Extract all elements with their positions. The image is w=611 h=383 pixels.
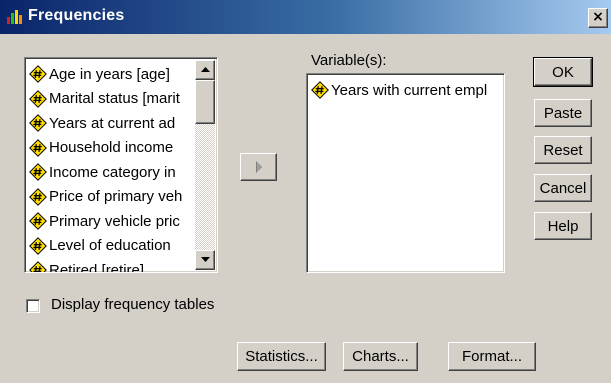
scroll-up-arrow-icon bbox=[200, 67, 210, 72]
scroll-up-button[interactable] bbox=[195, 60, 215, 80]
scale-variable-icon bbox=[29, 138, 47, 157]
scale-variable-icon bbox=[29, 89, 47, 108]
variable-label: Years at current ad bbox=[49, 114, 176, 132]
variable-label: Age in years [age] bbox=[49, 65, 170, 83]
scale-variable-icon bbox=[29, 65, 47, 83]
window-title: Frequencies bbox=[28, 7, 125, 24]
help-button[interactable]: Help bbox=[534, 212, 592, 240]
variable-label: Household income bbox=[49, 139, 174, 156]
format-button[interactable]: Format... bbox=[448, 342, 536, 371]
list-item[interactable]: Price of primary veh bbox=[29, 186, 182, 208]
variable-label: Income category in bbox=[49, 163, 176, 181]
title-bar: Frequencies × bbox=[0, 0, 611, 34]
source-list-scrollbar[interactable] bbox=[195, 60, 215, 270]
close-button[interactable]: × bbox=[588, 8, 608, 28]
source-variable-list[interactable]: Age in years [age] Marital status [marit Y… bbox=[24, 57, 218, 273]
cancel-button[interactable]: Cancel bbox=[534, 174, 592, 202]
display-frequency-label[interactable]: Display frequency tables bbox=[51, 296, 214, 313]
variable-label: Primary vehicle pric bbox=[49, 212, 180, 230]
selected-variables-list[interactable]: Years with current empl bbox=[306, 73, 505, 273]
spss-app-icon bbox=[7, 10, 22, 24]
list-item[interactable]: Household income bbox=[29, 137, 173, 159]
scale-variable-icon bbox=[311, 81, 329, 99]
list-item[interactable]: Retired [retire] bbox=[29, 259, 145, 273]
scale-variable-icon bbox=[29, 212, 47, 230]
move-variable-button[interactable] bbox=[240, 153, 277, 181]
scale-variable-icon bbox=[29, 163, 47, 181]
list-item[interactable]: Primary vehicle pric bbox=[29, 210, 180, 232]
close-icon: × bbox=[592, 9, 604, 25]
variable-label: Price of primary veh bbox=[49, 188, 183, 205]
statistics-button[interactable]: Statistics... bbox=[237, 342, 326, 371]
list-item[interactable]: Years with current empl bbox=[311, 79, 487, 101]
charts-button[interactable]: Charts... bbox=[343, 342, 418, 371]
list-item[interactable]: Years at current ad bbox=[29, 112, 175, 134]
scale-variable-icon bbox=[29, 261, 47, 272]
display-frequency-checkbox[interactable] bbox=[26, 299, 40, 313]
scale-variable-icon bbox=[29, 187, 47, 206]
scale-variable-icon bbox=[29, 236, 47, 255]
variables-label: Variable(s): bbox=[311, 52, 387, 69]
variable-label: Level of education bbox=[49, 237, 171, 254]
variable-label: Retired [retire] bbox=[49, 261, 145, 273]
paste-button[interactable]: Paste bbox=[534, 99, 592, 127]
variable-label: Marital status [marit bbox=[49, 90, 180, 107]
list-item[interactable]: Marital status [marit bbox=[29, 88, 180, 110]
list-item[interactable]: Income category in bbox=[29, 161, 176, 183]
list-item[interactable]: Age in years [age] bbox=[29, 63, 170, 85]
ok-button[interactable]: OK bbox=[533, 57, 593, 87]
variable-label: Years with current empl bbox=[331, 81, 488, 99]
scroll-down-arrow-icon bbox=[200, 257, 210, 262]
scroll-thumb[interactable] bbox=[195, 80, 215, 124]
reset-button[interactable]: Reset bbox=[534, 136, 592, 164]
list-item[interactable]: Level of education bbox=[29, 235, 171, 257]
right-arrow-icon bbox=[255, 161, 262, 173]
scale-variable-icon bbox=[29, 114, 47, 132]
scroll-down-button[interactable] bbox=[195, 250, 215, 270]
